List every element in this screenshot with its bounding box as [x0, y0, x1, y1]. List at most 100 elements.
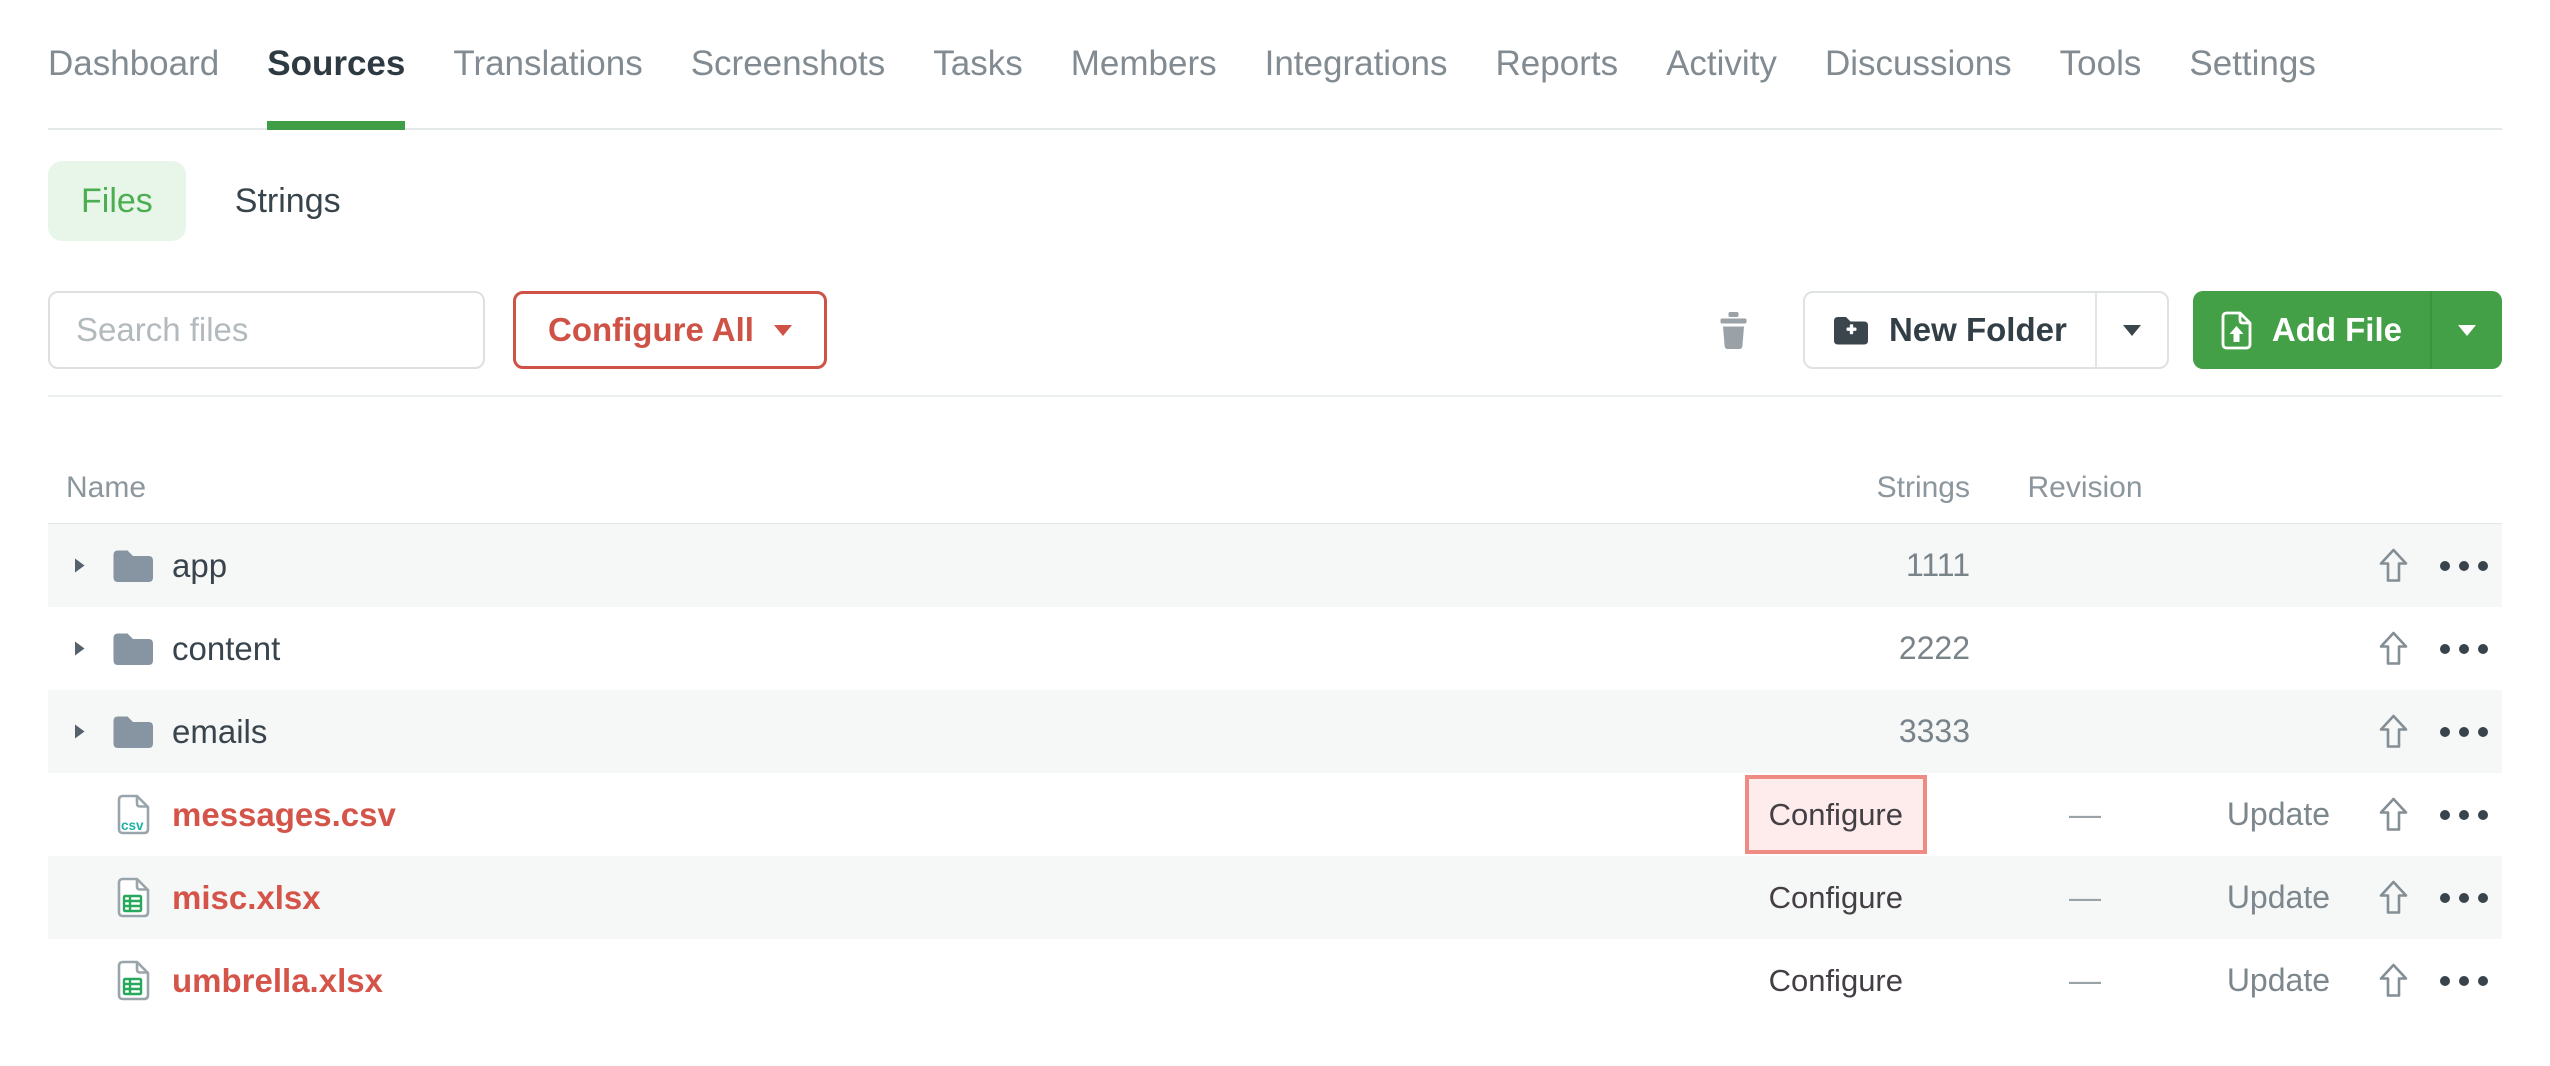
folder-icon	[112, 715, 154, 748]
row-menu-button[interactable]	[2440, 893, 2488, 903]
add-file-button[interactable]: Add File	[2193, 291, 2430, 369]
configure-button-highlighted[interactable]: Configure	[1745, 775, 1927, 854]
revision-value: —	[1970, 796, 2200, 833]
configure-button[interactable]: Configure	[1745, 941, 1927, 1020]
folder-icon	[112, 632, 154, 665]
upload-translations-button[interactable]	[2379, 714, 2408, 750]
project-nav: Dashboard Sources Translations Screensho…	[48, 0, 2502, 130]
new-folder-label: New Folder	[1889, 311, 2067, 349]
configure-all-button[interactable]: Configure All	[513, 291, 827, 369]
upload-translations-button[interactable]	[2379, 631, 2408, 667]
file-name-link[interactable]: misc.xlsx	[172, 879, 321, 917]
file-upload-icon	[2221, 311, 2252, 350]
nav-tab-discussions[interactable]: Discussions	[1825, 0, 2012, 128]
nav-tab-translations[interactable]: Translations	[453, 0, 642, 128]
nav-tab-tasks[interactable]: Tasks	[933, 0, 1022, 128]
nav-tab-reports[interactable]: Reports	[1496, 0, 1619, 128]
svg-text:csv: csv	[121, 818, 144, 833]
new-folder-split-button: New Folder	[1803, 291, 2169, 369]
update-link[interactable]: Update	[2227, 879, 2330, 916]
column-header-strings: Strings	[1700, 471, 1970, 505]
table-row-folder-app[interactable]: app 1111	[48, 524, 2502, 607]
upload-arrow-icon	[2379, 548, 2408, 584]
file-name-link[interactable]: umbrella.xlsx	[172, 962, 383, 1000]
csv-file-icon: csv	[117, 794, 150, 835]
add-file-label: Add File	[2272, 311, 2402, 349]
ellipsis-icon	[2440, 810, 2450, 820]
upload-translations-button[interactable]	[2379, 548, 2408, 584]
expand-folder-button[interactable]	[73, 557, 86, 574]
column-header-revision: Revision	[1970, 471, 2200, 505]
folder-name-link[interactable]: app	[172, 547, 227, 585]
nav-tab-integrations[interactable]: Integrations	[1265, 0, 1448, 128]
expand-folder-button[interactable]	[73, 640, 86, 657]
caret-right-icon	[73, 557, 86, 574]
ellipsis-icon	[2440, 976, 2450, 986]
add-file-dropdown[interactable]	[2430, 291, 2502, 369]
delete-button[interactable]	[1720, 312, 1747, 349]
upload-arrow-icon	[2379, 963, 2408, 999]
nav-tab-screenshots[interactable]: Screenshots	[691, 0, 886, 128]
files-table: Name Strings Revision	[48, 397, 2502, 1022]
column-header-name: Name	[48, 471, 1700, 505]
ellipsis-icon	[2440, 561, 2450, 571]
table-rows: app 1111	[48, 524, 2502, 1022]
folder-plus-icon	[1833, 316, 1869, 345]
upload-arrow-icon	[2379, 631, 2408, 667]
table-row-file-umbrella-xlsx[interactable]: umbrella.xlsx Configure — Update	[48, 939, 2502, 1022]
row-menu-button[interactable]	[2440, 727, 2488, 737]
chevron-down-icon	[774, 325, 792, 336]
folder-name-link[interactable]: emails	[172, 713, 267, 751]
revision-value: —	[1970, 879, 2200, 916]
configure-button[interactable]: Configure	[1745, 858, 1927, 937]
search-input[interactable]	[48, 291, 485, 369]
files-toolbar: Configure All New Folder	[48, 291, 2502, 369]
file-name-link[interactable]: messages.csv	[172, 796, 396, 834]
table-row-file-messages-csv[interactable]: csv messages.csv Configure — Update	[48, 773, 2502, 856]
row-menu-button[interactable]	[2440, 810, 2488, 820]
table-header: Name Strings Revision	[48, 397, 2502, 524]
upload-translations-button[interactable]	[2379, 797, 2408, 833]
nav-tab-sources[interactable]: Sources	[267, 0, 405, 128]
caret-right-icon	[73, 723, 86, 740]
nav-tab-activity[interactable]: Activity	[1666, 0, 1777, 128]
table-row-folder-emails[interactable]: emails 3333	[48, 690, 2502, 773]
update-link[interactable]: Update	[2227, 962, 2330, 999]
chevron-down-icon	[2123, 325, 2141, 336]
upload-translations-button[interactable]	[2379, 880, 2408, 916]
tab-strings[interactable]: Strings	[202, 161, 374, 241]
nav-tab-settings[interactable]: Settings	[2189, 0, 2315, 128]
row-menu-button[interactable]	[2440, 644, 2488, 654]
nav-tab-tools[interactable]: Tools	[2060, 0, 2142, 128]
update-link[interactable]: Update	[2227, 796, 2330, 833]
chevron-down-icon	[2458, 325, 2476, 336]
revision-value: —	[1970, 962, 2200, 999]
strings-count: 2222	[1700, 630, 1970, 667]
new-folder-button[interactable]: New Folder	[1805, 293, 2095, 367]
upload-arrow-icon	[2379, 797, 2408, 833]
strings-count: 1111	[1700, 547, 1970, 584]
sources-page: Dashboard Sources Translations Screensho…	[0, 0, 2550, 1022]
ellipsis-icon	[2440, 644, 2450, 654]
row-menu-button[interactable]	[2440, 976, 2488, 986]
row-menu-button[interactable]	[2440, 561, 2488, 571]
table-row-folder-content[interactable]: content 2222	[48, 607, 2502, 690]
folder-name-link[interactable]: content	[172, 630, 280, 668]
table-row-file-misc-xlsx[interactable]: misc.xlsx Configure — Update	[48, 856, 2502, 939]
new-folder-dropdown[interactable]	[2095, 293, 2167, 367]
xlsx-file-icon	[117, 877, 150, 918]
ellipsis-icon	[2440, 727, 2450, 737]
tab-files[interactable]: Files	[48, 161, 186, 241]
upload-arrow-icon	[2379, 714, 2408, 750]
nav-tab-dashboard[interactable]: Dashboard	[48, 0, 219, 128]
xlsx-file-icon	[117, 960, 150, 1001]
view-toggle: Files Strings	[48, 161, 2502, 241]
caret-right-icon	[73, 640, 86, 657]
strings-count: 3333	[1700, 713, 1970, 750]
trash-icon	[1720, 312, 1747, 349]
configure-all-label: Configure All	[548, 311, 754, 349]
upload-arrow-icon	[2379, 880, 2408, 916]
nav-tab-members[interactable]: Members	[1071, 0, 1217, 128]
expand-folder-button[interactable]	[73, 723, 86, 740]
upload-translations-button[interactable]	[2379, 963, 2408, 999]
